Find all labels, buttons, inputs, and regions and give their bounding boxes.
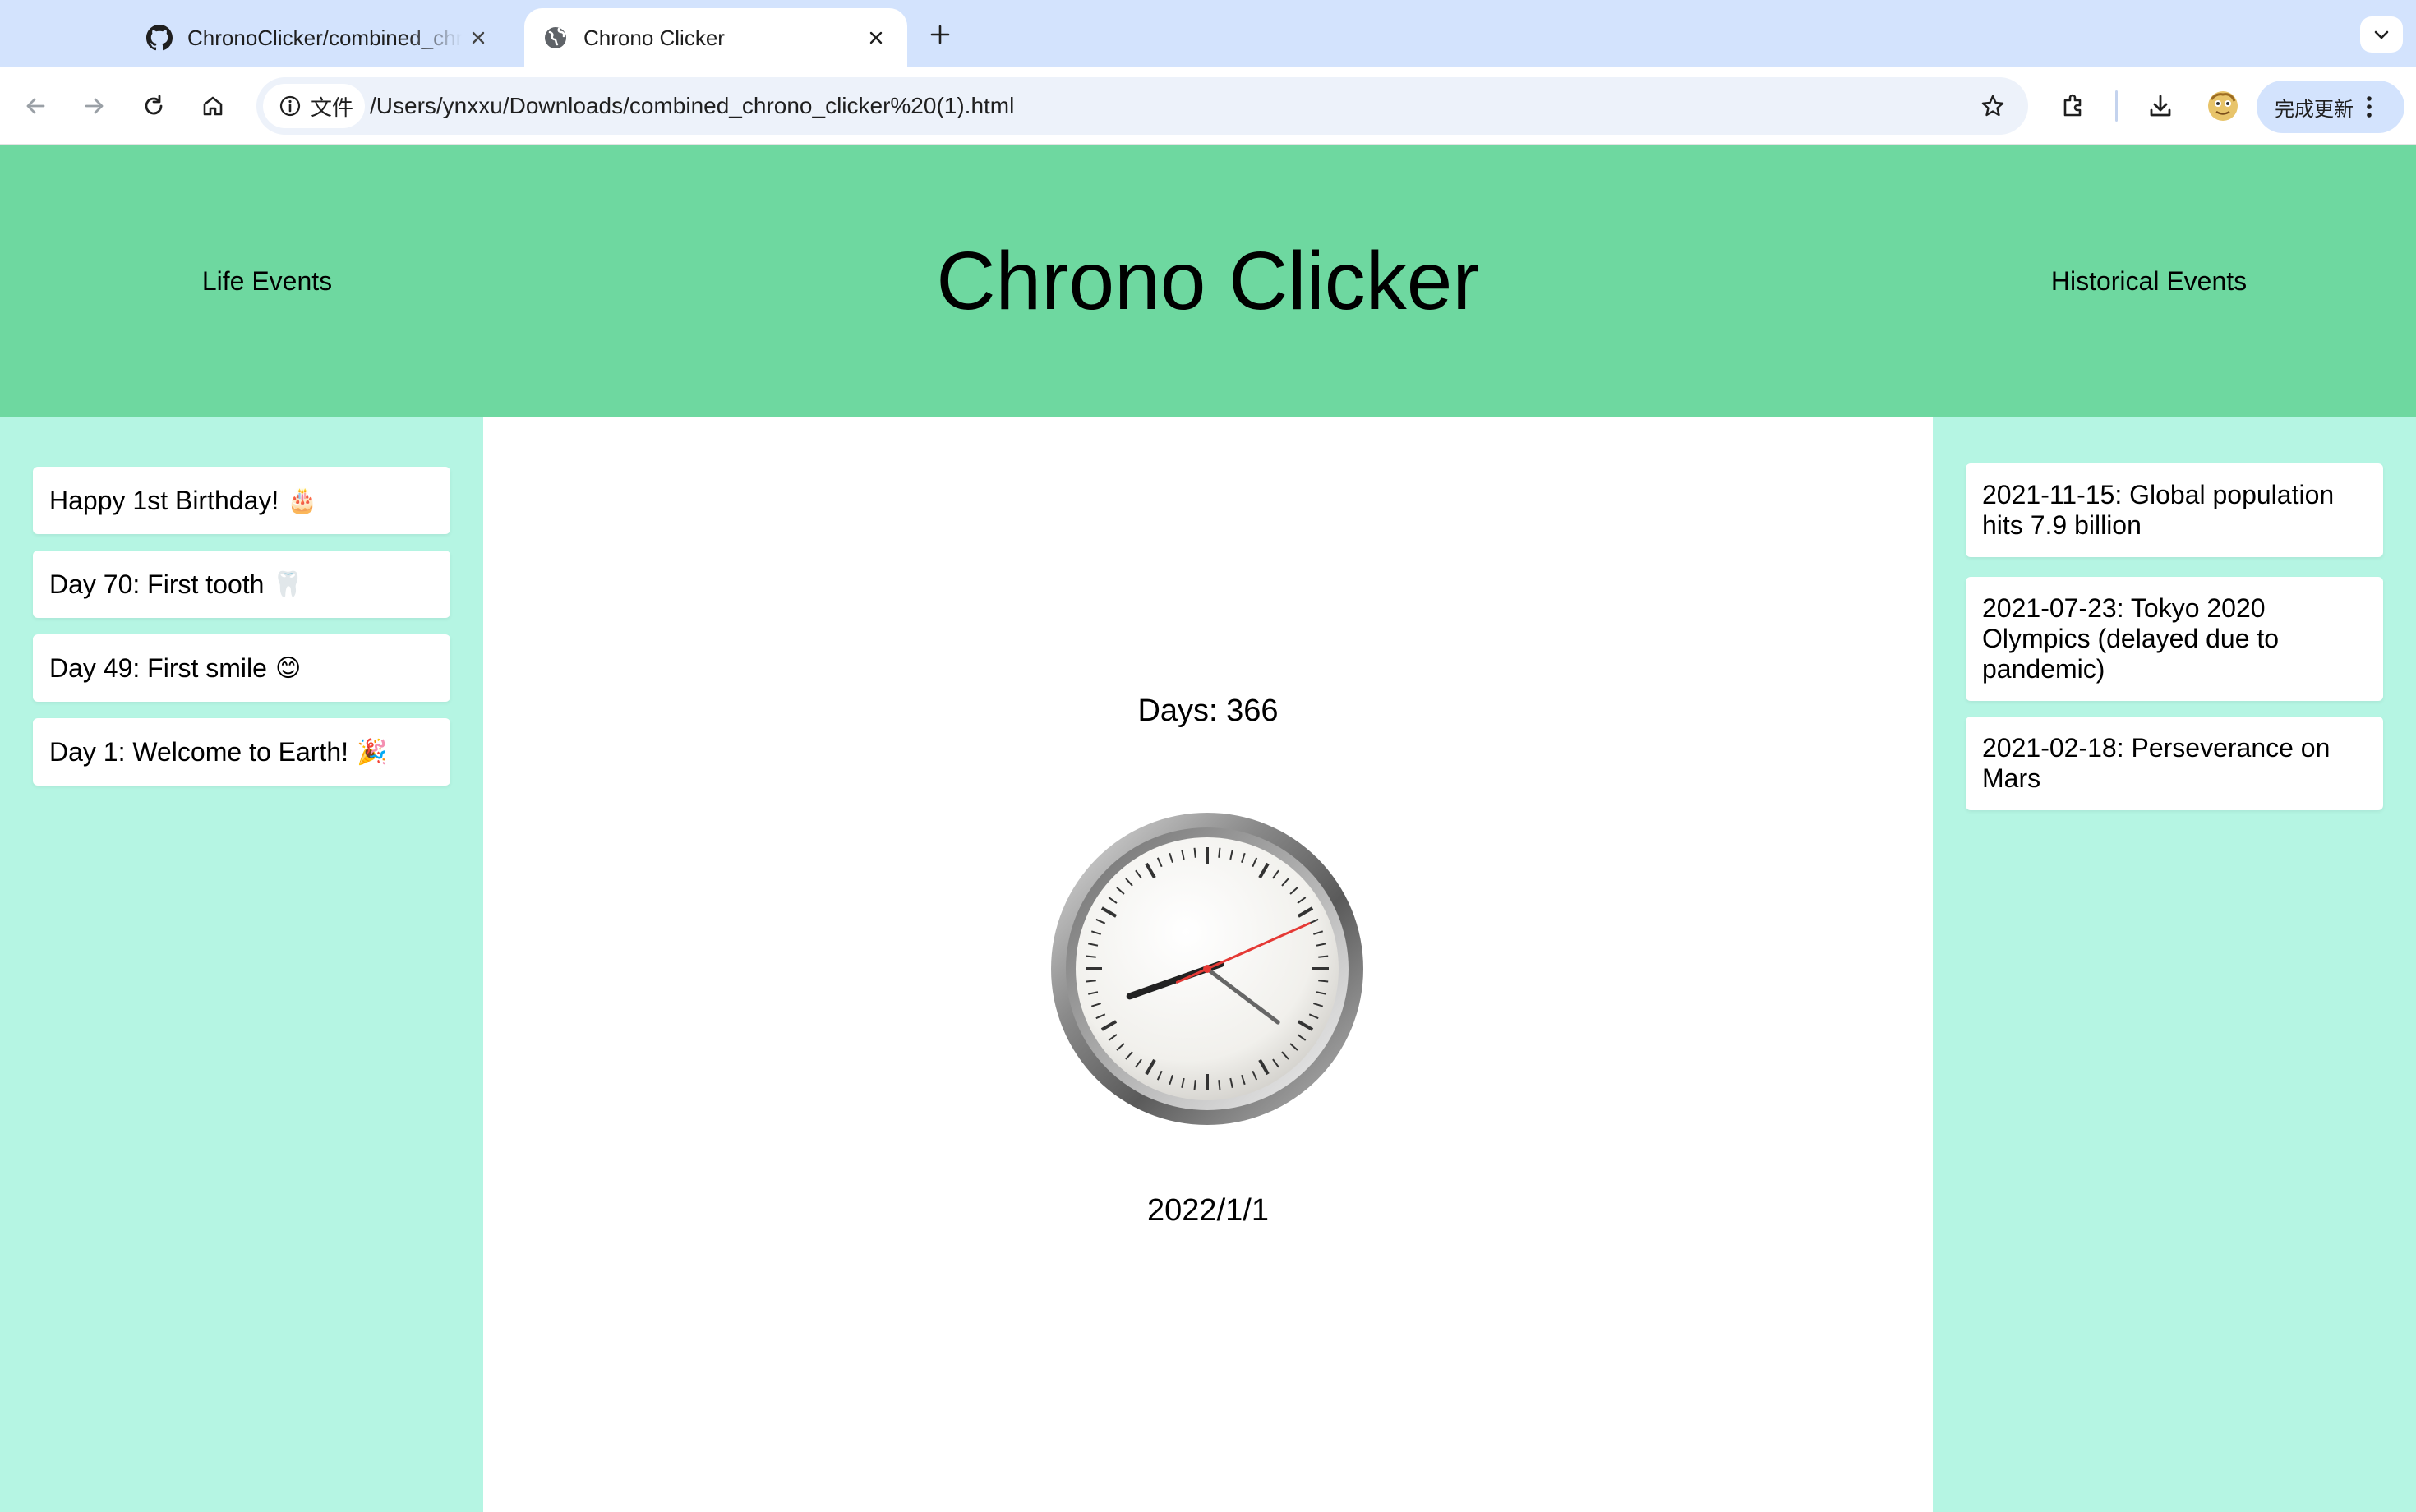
bookmark-star-button[interactable] [1976,89,2010,123]
tab-github[interactable]: ChronoClicker/combined_chrono_clicker.ht… [131,8,509,67]
analog-clock[interactable] [1049,810,1366,1127]
chevron-down-icon [2374,30,2389,39]
life-event-text: Day 49: First smile [49,652,267,683]
tab-search-button[interactable] [2360,16,2403,53]
tab-title: ChronoClicker/combined_chrono_clicker.ht… [187,25,462,50]
plus-icon [930,25,950,44]
clock-tick [1318,980,1329,983]
nav-life-events[interactable]: Life Events [202,266,332,297]
party-popper-icon: 🎉 [357,737,388,767]
clock-tick [1218,847,1221,858]
life-event-card: Happy 1st Birthday! 🎂 [33,467,450,534]
github-icon [146,25,173,51]
app-title: Chrono Clicker [936,234,1480,327]
extensions-button[interactable] [2054,87,2092,125]
nav-life-events-wrapper: Life Events [0,145,534,417]
cake-icon: 🎂 [287,486,318,515]
page-header: Life Events Chrono Clicker Historical Ev… [0,145,2416,417]
main-panel: Days: 366 2022/1/1 [483,417,1933,1512]
download-icon [2150,94,2171,117]
historical-event-card: 2021-11-15: Global population hits 7.9 b… [1966,463,2383,557]
puzzle-icon [2063,94,2082,117]
nav-historical-events-wrapper: Historical Events [1898,145,2400,417]
close-tab-icon[interactable] [860,21,892,54]
more-vert-icon [2367,96,2372,118]
historical-event-card: 2021-02-18: Perseverance on Mars [1966,717,2383,810]
clock-tick [1086,980,1096,983]
info-icon [279,95,301,117]
reload-button[interactable] [135,87,173,125]
url-text[interactable]: /Users/ynxxu/Downloads/combined_chrono_c… [370,77,1014,135]
life-event-card: Day 49: First smile 😊 [33,634,450,702]
update-label: 完成更新 [2275,98,2354,121]
arrow-right-icon [85,98,104,114]
nav-historical-events[interactable]: Historical Events [2051,266,2247,297]
current-date: 2022/1/1 [1147,1193,1269,1228]
profile-avatar[interactable] [2204,87,2242,125]
site-info-chip[interactable]: 文件 [263,84,365,128]
close-tab-icon[interactable] [462,21,495,54]
tab-chrono-clicker[interactable]: Chrono Clicker [524,8,907,67]
globe-icon [545,27,566,48]
historical-event-text: 2021-07-23: Tokyo 2020 Olympics (delayed… [1982,593,2280,684]
life-event-card: Day 1: Welcome to Earth! 🎉 [33,718,450,786]
home-icon [203,96,223,116]
life-events-sidebar: Happy 1st Birthday! 🎂 Day 70: First toot… [0,417,483,1512]
tooth-icon: 🦷 [272,569,303,599]
new-tab-button[interactable] [924,18,957,51]
smiling-face-icon: 😊 [274,653,302,683]
life-event-text: Day 1: Welcome to Earth! [49,736,348,767]
tab-title: Chrono Clicker [583,25,725,50]
forward-button[interactable] [76,87,113,125]
browser-toolbar: 文件 /Users/ynxxu/Downloads/combined_chron… [0,67,2416,145]
arrow-left-icon [26,98,45,114]
profile-avatar-icon [2208,91,2238,121]
site-chip-label: 文件 [311,94,354,120]
back-button[interactable] [16,87,54,125]
tab-strip: ChronoClicker/combined_chrono_clicker.ht… [0,0,2416,67]
reload-icon [145,94,163,115]
update-button[interactable]: 完成更新 [2257,81,2404,133]
life-event-card: Day 70: First tooth 🦷 [33,551,450,618]
address-bar[interactable]: 文件 /Users/ynxxu/Downloads/combined_chron… [256,77,2028,135]
toolbar-divider [2115,90,2118,122]
clock-tick [1193,1080,1196,1090]
historical-event-text: 2021-11-15: Global population hits 7.9 b… [1982,480,2335,540]
historical-events-sidebar: 2021-11-15: Global population hits 7.9 b… [1933,417,2416,1512]
downloads-button[interactable] [2142,87,2179,125]
clock-tick [1193,847,1196,858]
days-counter: Days: 366 [1137,694,1279,728]
clock-tick [1218,1080,1221,1090]
life-event-text: Happy 1st Birthday! [49,485,279,515]
clock-center-cap [1203,965,1211,973]
home-button[interactable] [194,87,232,125]
historical-event-card: 2021-07-23: Tokyo 2020 Olympics (delayed… [1966,577,2383,701]
historical-event-text: 2021-02-18: Perseverance on Mars [1982,733,2331,793]
star-icon [1981,94,2004,117]
life-event-text: Day 70: First tooth [49,569,265,599]
